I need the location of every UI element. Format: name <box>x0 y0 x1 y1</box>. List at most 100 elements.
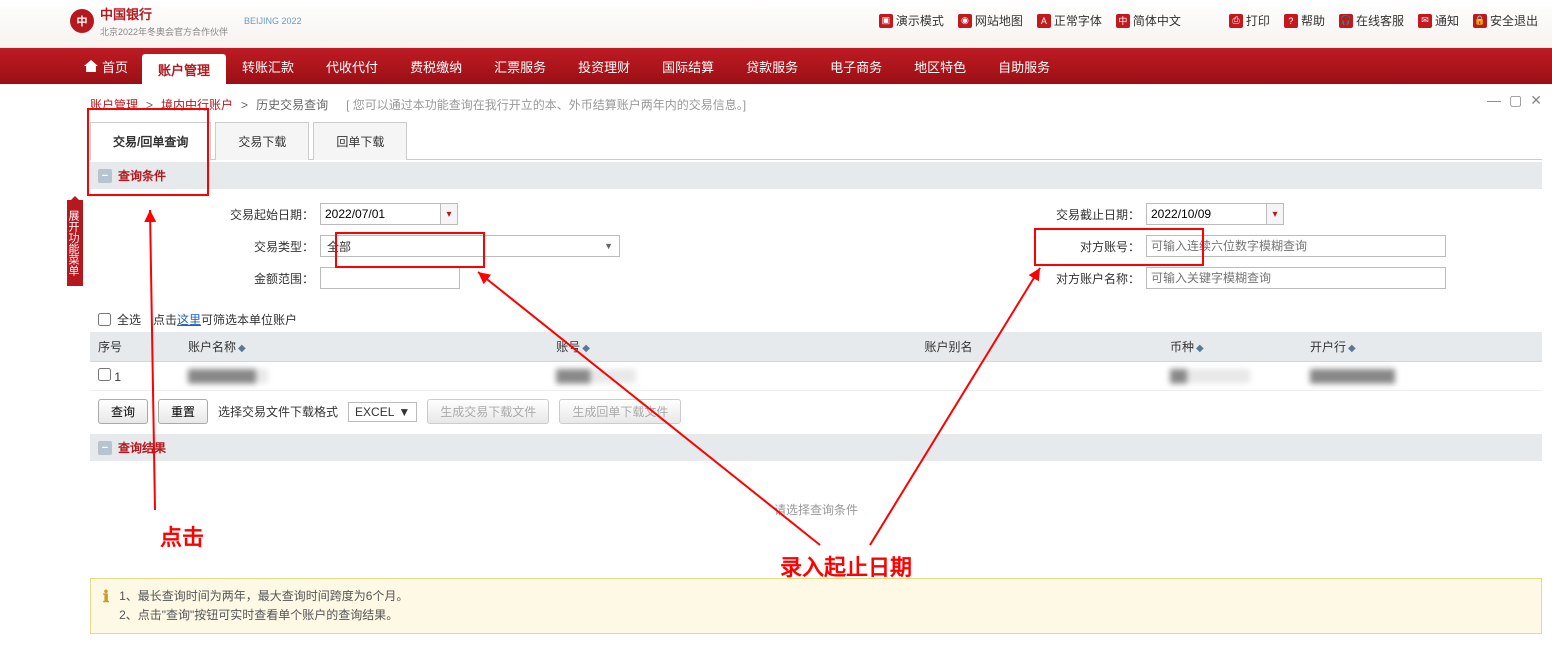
sort-icon: ◆ <box>1196 343 1204 354</box>
nav-home[interactable]: 首页 <box>70 57 142 76</box>
headset-icon: 🎧 <box>1339 14 1353 28</box>
tab-txn-download[interactable]: 交易下载 <box>215 122 309 160</box>
redacted-text: ████ <box>556 369 636 383</box>
demo-icon: ▣ <box>879 14 893 28</box>
logout[interactable]: 🔒安全退出 <box>1473 12 1538 29</box>
nav-item-collect[interactable]: 代收代付 <box>310 48 394 84</box>
print[interactable]: ⎙打印 <box>1229 12 1270 29</box>
col-branch[interactable]: 开户行◆ <box>1302 332 1542 362</box>
query-section-header: − 查询条件 <box>90 162 1542 189</box>
font-icon: A <box>1037 14 1051 28</box>
close-button[interactable]: ✕ <box>1530 92 1542 109</box>
gen-receipt-file-button[interactable]: 生成回单下载文件 <box>559 399 681 424</box>
collapse-icon[interactable]: − <box>98 441 112 455</box>
support[interactable]: 🎧在线客服 <box>1339 12 1404 29</box>
end-date-picker-icon[interactable]: ▾ <box>1266 203 1284 225</box>
tabs: 交易/回单查询 交易下载 回单下载 <box>90 121 1542 160</box>
help[interactable]: ?帮助 <box>1284 12 1325 29</box>
start-date-picker-icon[interactable]: ▾ <box>440 203 458 225</box>
demo-mode[interactable]: ▣演示模式 <box>879 12 944 29</box>
action-bar: 查询 重置 选择交易文件下载格式 EXCEL▼ 生成交易下载文件 生成回单下载文… <box>90 391 1542 432</box>
print-icon: ⎙ <box>1229 14 1243 28</box>
chevron-down-icon: ▼ <box>604 241 613 251</box>
filter-row: 全选 点击这里可筛选本单位账户 <box>90 307 1542 332</box>
counter-acct-input[interactable] <box>1146 235 1446 257</box>
counter-name-input[interactable] <box>1146 267 1446 289</box>
download-format-select[interactable]: EXCEL▼ <box>348 402 417 422</box>
type-label: 交易类型： <box>90 238 320 255</box>
table-row[interactable]: 1 ████████ ████ ██ ██████████ <box>90 362 1542 391</box>
col-alias[interactable]: 账户别名 <box>916 332 1162 362</box>
nav-item-ecom[interactable]: 电子商务 <box>814 48 898 84</box>
notice[interactable]: ✉通知 <box>1418 12 1459 29</box>
download-format-label: 选择交易文件下载格式 <box>218 403 338 420</box>
redacted-text: ████████ <box>188 369 268 383</box>
font-size[interactable]: A正常字体 <box>1037 12 1102 29</box>
col-acct-name[interactable]: 账户名称◆ <box>180 332 548 362</box>
sort-icon: ◆ <box>1348 343 1356 354</box>
bc-domestic[interactable]: 境内中行账户 <box>161 96 233 113</box>
col-seq[interactable]: 序号 <box>90 332 180 362</box>
window-controls: — ▢ ✕ <box>1487 92 1542 109</box>
logo-area: 中 中国银行 北京2022年冬奥会官方合作伙伴 BEIJING 2022 <box>70 4 302 38</box>
results-empty-text: 请选择查询条件 <box>90 461 1542 578</box>
bc-account[interactable]: 账户管理 <box>90 96 138 113</box>
nav-item-intl[interactable]: 国际结算 <box>646 48 730 84</box>
language[interactable]: 中简体中文 <box>1116 12 1181 29</box>
query-form: 交易起始日期： ▾ 交易截止日期： ▾ 交易类型： <box>90 189 1542 307</box>
nav-item-loan[interactable]: 贷款服务 <box>730 48 814 84</box>
nav-item-tax[interactable]: 费税缴纳 <box>394 48 478 84</box>
maximize-button[interactable]: ▢ <box>1509 92 1522 109</box>
col-currency[interactable]: 币种◆ <box>1162 332 1302 362</box>
nav-item-transfer[interactable]: 转账汇款 <box>226 48 310 84</box>
result-section-header: − 查询结果 <box>90 434 1542 461</box>
lock-icon: 🔒 <box>1473 14 1487 28</box>
nav-item-invest[interactable]: 投资理财 <box>562 48 646 84</box>
sort-icon: ◆ <box>238 343 246 354</box>
select-all-checkbox[interactable] <box>98 313 111 326</box>
transaction-type-select[interactable]: 全部▼ <box>320 235 620 257</box>
reset-button[interactable]: 重置 <box>158 399 208 424</box>
start-date-label: 交易起始日期： <box>90 206 320 223</box>
row-checkbox[interactable] <box>98 368 111 381</box>
collapse-icon[interactable]: − <box>98 169 112 183</box>
nav-item-account[interactable]: 账户管理 <box>142 54 226 84</box>
tab-query[interactable]: 交易/回单查询 <box>90 122 211 160</box>
top-toolbar: ▣演示模式 ◉网站地图 A正常字体 中简体中文 ⎙打印 ?帮助 🎧在线客服 ✉通… <box>879 4 1542 29</box>
end-date-label: 交易截止日期： <box>816 206 1146 223</box>
breadcrumb: 账户管理 > 境内中行账户 > 历史交易查询 [ 您可以通过本功能查询在我行开立… <box>0 84 1552 121</box>
start-date-input[interactable] <box>320 203 440 225</box>
bc-current: 历史交易查询 <box>256 96 328 113</box>
gen-txn-file-button[interactable]: 生成交易下载文件 <box>427 399 549 424</box>
accounts-table: 序号 账户名称◆ 账号◆ 账户别名 币种◆ 开户行◆ 1 ████████ ██… <box>90 332 1542 391</box>
end-date-input[interactable] <box>1146 203 1266 225</box>
tab-receipt-download[interactable]: 回单下载 <box>313 122 407 160</box>
nav-item-draft[interactable]: 汇票服务 <box>478 48 562 84</box>
query-button[interactable]: 查询 <box>98 399 148 424</box>
map-icon: ◉ <box>958 14 972 28</box>
help-icon: ? <box>1284 14 1298 28</box>
counter-name-label: 对方账户名称： <box>816 270 1146 287</box>
bc-hint: [ 您可以通过本功能查询在我行开立的本、外币结算账户两年内的交易信息。] <box>346 96 746 113</box>
expand-menu-button[interactable]: 展开功能菜单 <box>67 200 83 286</box>
nav-item-region[interactable]: 地区特色 <box>898 48 982 84</box>
home-icon <box>84 60 98 72</box>
info-line-2: 2、点击"查询"按钮可实时查看单个账户的查询结果。 <box>119 606 408 625</box>
info-box: ℹ 1、最长查询时间为两年，最大查询时间跨度为6个月。 2、点击"查询"按钮可实… <box>90 578 1542 634</box>
bank-name: 中国银行 <box>100 7 152 22</box>
nav-item-self[interactable]: 自助服务 <box>982 48 1066 84</box>
result-section-title: 查询结果 <box>118 439 166 456</box>
amount-label: 金额范围： <box>90 270 320 287</box>
query-section-title: 查询条件 <box>118 167 166 184</box>
chevron-down-icon: ▼ <box>398 405 410 419</box>
site-map[interactable]: ◉网站地图 <box>958 12 1023 29</box>
bank-logo-icon: 中 <box>70 9 94 33</box>
amount-from-input[interactable] <box>320 267 460 289</box>
bank-slogan: 北京2022年冬奥会官方合作伙伴 <box>100 25 228 38</box>
filter-here-link[interactable]: 这里 <box>177 313 201 327</box>
minimize-button[interactable]: — <box>1487 92 1501 109</box>
select-all-label: 全选 <box>117 311 141 328</box>
col-acct-no[interactable]: 账号◆ <box>548 332 916 362</box>
main-nav: 首页 账户管理 转账汇款 代收代付 费税缴纳 汇票服务 投资理财 国际结算 贷款… <box>0 48 1552 84</box>
redacted-text: ██████████ <box>1310 369 1395 383</box>
